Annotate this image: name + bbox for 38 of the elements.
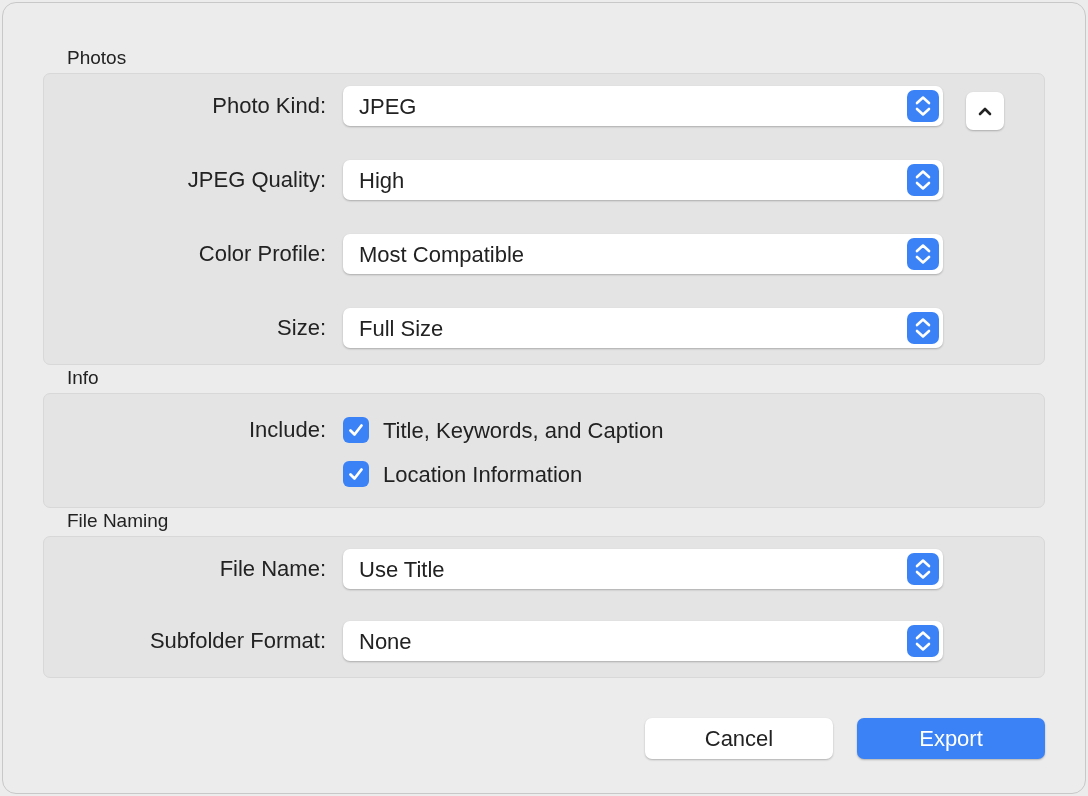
field-label: JPEG Quality: bbox=[186, 166, 326, 194]
section-title: File Naming bbox=[67, 509, 170, 533]
field-label: Size: bbox=[276, 314, 326, 342]
popup-menu[interactable]: Most Compatible bbox=[343, 234, 943, 274]
field-label: Photo Kind: bbox=[211, 92, 326, 120]
stepper-icon bbox=[907, 90, 939, 122]
section-title: Info bbox=[67, 366, 100, 390]
popup-menu[interactable]: High bbox=[343, 160, 943, 200]
popup-menu[interactable]: JPEG bbox=[343, 86, 943, 126]
checkmark-icon bbox=[347, 421, 365, 439]
stepper-icon bbox=[907, 312, 939, 344]
stepper-icon bbox=[907, 553, 939, 585]
popup-menu[interactable]: Use Title bbox=[343, 549, 943, 589]
stepper-icon bbox=[907, 164, 939, 196]
popup-value: High bbox=[359, 166, 405, 195]
field-label: Include: bbox=[247, 416, 326, 444]
dialog-button[interactable]: Export bbox=[857, 718, 1045, 759]
checkbox-label: Location Information bbox=[383, 460, 583, 489]
popup-menu[interactable]: None bbox=[343, 621, 943, 661]
stepper-icon bbox=[907, 238, 939, 270]
checkbox[interactable] bbox=[343, 461, 369, 487]
popup-value: Full Size bbox=[359, 314, 444, 343]
field-label: File Name: bbox=[218, 555, 326, 583]
field-label: Subfolder Format: bbox=[148, 627, 326, 655]
collapse-button[interactable] bbox=[966, 92, 1004, 130]
checkbox-label: Title, Keywords, and Caption bbox=[383, 416, 664, 445]
chevron-up-icon bbox=[978, 106, 992, 116]
popup-value: Use Title bbox=[359, 555, 445, 584]
field-label: Color Profile: bbox=[197, 240, 326, 268]
popup-value: Most Compatible bbox=[359, 240, 525, 269]
section-title: Photos bbox=[67, 46, 128, 70]
popup-value: JPEG bbox=[359, 92, 417, 121]
checkmark-icon bbox=[347, 465, 365, 483]
popup-menu[interactable]: Full Size bbox=[343, 308, 943, 348]
popup-value: None bbox=[359, 627, 412, 656]
checkbox[interactable] bbox=[343, 417, 369, 443]
stepper-icon bbox=[907, 625, 939, 657]
dialog-button[interactable]: Cancel bbox=[645, 718, 833, 759]
